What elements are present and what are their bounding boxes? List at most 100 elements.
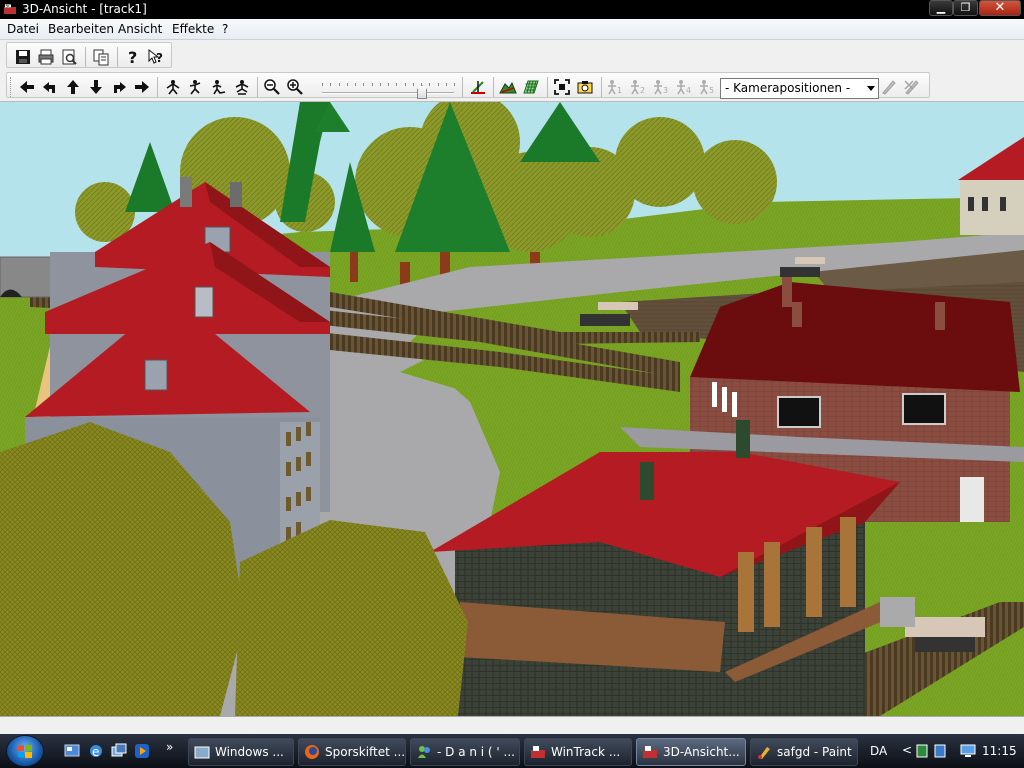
walk-up-button[interactable] — [163, 77, 183, 97]
menu-datei[interactable]: Datei — [7, 22, 39, 36]
measure-button[interactable] — [468, 77, 488, 97]
taskbar-button[interactable]: WinTrack ... — [524, 738, 632, 766]
quick-launch-overflow-icon[interactable]: » — [166, 740, 182, 756]
internet-explorer-icon[interactable]: e — [88, 743, 104, 759]
menu-effekte[interactable]: Effekte — [172, 22, 214, 36]
language-indicator[interactable]: DA — [870, 744, 887, 758]
turn-left-icon — [43, 82, 55, 93]
camera-position-select[interactable]: - Kamerapositionen - — [720, 78, 879, 99]
toolbar-separator — [117, 47, 118, 67]
app-icon[interactable]: 3D — [3, 2, 18, 16]
walk-left-button[interactable] — [209, 77, 229, 97]
taskbar-button-active[interactable]: 3D-Ansicht... — [636, 738, 746, 766]
move-right-button[interactable] — [132, 77, 152, 97]
show-desktop-icon[interactable] — [64, 743, 80, 759]
move-left-button[interactable] — [17, 77, 37, 97]
toolbar-separator — [547, 77, 548, 97]
zoom-slider-track — [322, 92, 454, 94]
zoom-slider[interactable] — [322, 79, 455, 99]
context-help-button[interactable]: ? — [146, 47, 166, 67]
close-button[interactable]: ✕ — [979, 0, 1021, 16]
copy-icon — [93, 49, 109, 66]
print-button[interactable] — [36, 47, 56, 67]
measure-icon — [471, 81, 485, 94]
taskbar-button[interactable]: Windows ... — [188, 738, 294, 766]
minimize-button[interactable]: ▁ — [929, 0, 953, 16]
terrain-button[interactable] — [498, 77, 518, 97]
camera-4-button[interactable]: 4 — [674, 77, 694, 97]
3d-view-canvas[interactable] — [0, 102, 1024, 716]
status-icon[interactable] — [934, 744, 946, 758]
grid-button[interactable] — [521, 77, 541, 97]
menu-bar: Datei Bearbeiten Ansicht Effekte ? — [0, 19, 1024, 40]
maximize-button[interactable]: ❐ — [953, 0, 978, 16]
copy-button[interactable] — [91, 47, 111, 67]
paint-icon — [758, 747, 770, 759]
toolbar-band: 1 2 3 4 5 - Kamerapositionen - — [6, 72, 930, 99]
toolbar-separator — [601, 77, 602, 97]
arrow-up-icon — [67, 80, 79, 94]
camera-3-button[interactable]: 3 — [651, 77, 671, 97]
camera-2-button[interactable]: 2 — [628, 77, 648, 97]
screenshot-button[interactable] — [575, 77, 595, 97]
close-icon: ✕ — [994, 0, 1006, 15]
delete-pen-icon — [904, 80, 919, 95]
taskbar-button[interactable]: Sporskiftet ... — [298, 738, 406, 766]
camera-position-5-icon: 5 — [700, 80, 714, 95]
title-bar: 3D 3D-Ansicht - [track1] ▁ ❐ ✕ — [0, 0, 1024, 19]
zoom-out-button[interactable] — [262, 77, 282, 97]
camera-1-button[interactable]: 1 — [605, 77, 625, 97]
camera-5-button[interactable]: 5 — [697, 77, 717, 97]
context-help-icon: ? — [148, 48, 163, 65]
print-preview-button[interactable] — [59, 47, 79, 67]
svg-text:?: ? — [128, 48, 137, 66]
turn-left-button[interactable] — [40, 77, 60, 97]
wintrack-icon — [643, 746, 657, 758]
standard-toolbar: ? ? — [0, 40, 1024, 70]
zoom-in-button[interactable] — [285, 77, 305, 97]
camera-icon — [577, 81, 593, 94]
start-button[interactable] — [6, 735, 44, 767]
menu-ansicht[interactable]: Ansicht — [118, 22, 162, 36]
zoom-slider-tick — [421, 83, 422, 86]
fit-view-button[interactable] — [552, 77, 572, 97]
zoom-slider-tick — [339, 83, 340, 86]
question-mark-icon: ? — [128, 48, 137, 66]
taskbar-button-label: WinTrack ... — [551, 745, 621, 759]
delete-camera-button[interactable] — [902, 77, 922, 97]
explorer-icon — [194, 746, 210, 759]
menu-help[interactable]: ? — [222, 22, 228, 36]
monitor-icon[interactable] — [960, 744, 976, 758]
chevron-down-icon[interactable] — [867, 86, 875, 91]
taskbar-button[interactable]: - D a n i ( ' ... — [410, 738, 520, 766]
save-button[interactable] — [13, 47, 33, 67]
network-icon[interactable] — [916, 744, 928, 758]
zoom-slider-tick — [454, 83, 455, 86]
walk-right-button[interactable] — [232, 77, 252, 97]
switch-windows-icon[interactable] — [111, 743, 127, 759]
zoom-slider-tick — [380, 83, 381, 86]
menu-bearbeiten[interactable]: Bearbeiten — [48, 22, 114, 36]
camera-position-select-value: - Kamerapositionen - — [725, 81, 851, 95]
walker-up-icon — [166, 80, 180, 95]
toolbar-grip[interactable] — [10, 77, 13, 97]
svg-text:1: 1 — [617, 86, 622, 95]
help-button[interactable]: ? — [123, 47, 143, 67]
svg-text:?: ? — [156, 51, 163, 65]
turn-right-button[interactable] — [109, 77, 129, 97]
save-camera-button[interactable] — [879, 77, 899, 97]
walk-down-button[interactable] — [186, 77, 206, 97]
zoom-slider-tick — [330, 83, 331, 86]
move-back-button[interactable] — [86, 77, 106, 97]
camera-position-4-icon: 4 — [677, 80, 691, 95]
messenger-icon — [418, 746, 430, 758]
zoom-out-icon — [264, 79, 280, 95]
tray-expand-icon[interactable]: < — [902, 743, 912, 757]
media-player-icon[interactable] — [134, 743, 150, 759]
wintrack-icon — [531, 746, 545, 758]
zoom-slider-thumb[interactable] — [417, 85, 427, 99]
move-forward-button[interactable] — [63, 77, 83, 97]
arrow-right-icon — [135, 81, 149, 93]
taskbar-button[interactable]: safgd - Paint — [750, 738, 858, 766]
clock[interactable]: 11:15 — [982, 744, 1017, 758]
